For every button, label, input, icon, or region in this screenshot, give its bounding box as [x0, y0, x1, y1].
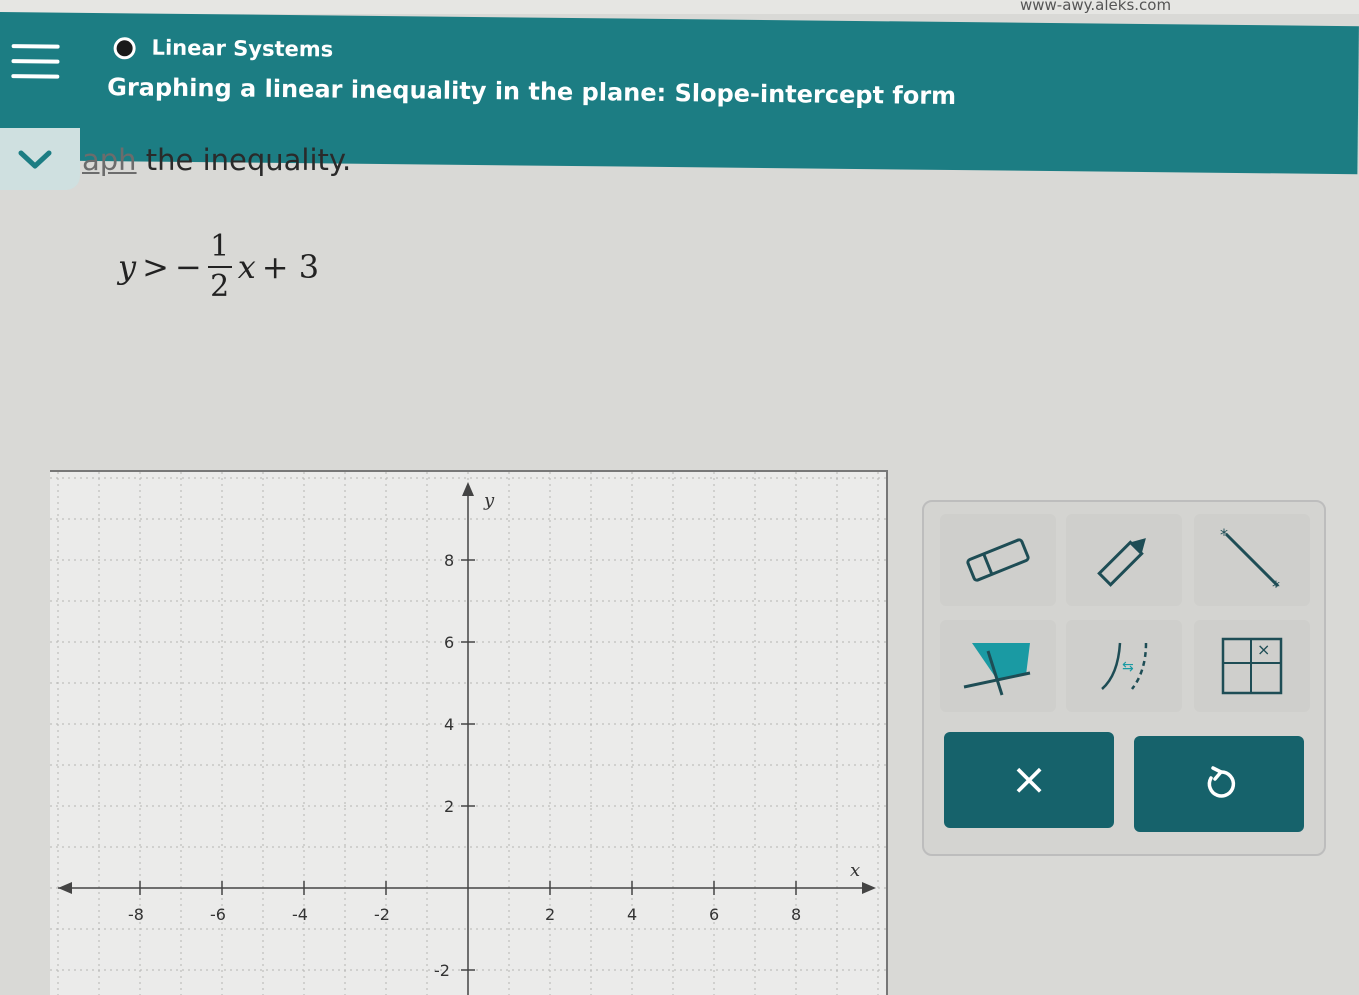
- equation-constant: + 3: [261, 248, 320, 286]
- svg-text:⇆: ⇆: [1122, 659, 1134, 675]
- y-axis-arrow-up: [462, 482, 474, 496]
- inequality-equation: y > − 1 2 x + 3: [118, 222, 319, 312]
- pencil-icon: [1097, 538, 1146, 587]
- x-tick-label: 8: [791, 905, 801, 924]
- line-icon: * *: [1220, 525, 1280, 596]
- equation-sign: −: [174, 248, 202, 286]
- fraction-numerator: 1: [210, 229, 230, 264]
- x-tick-label: 4: [627, 905, 637, 924]
- no-solution-icon: ×: [1221, 637, 1283, 695]
- fill-region-icon: [963, 643, 1031, 696]
- solid-dashed-toggle-icon: ⇆: [1101, 642, 1148, 690]
- hamburger-menu-icon[interactable]: [11, 44, 60, 85]
- x-tick-label: -8: [128, 905, 144, 924]
- svg-text:*: *: [1220, 525, 1228, 544]
- equation-relation: >: [142, 248, 169, 286]
- instruction-prefix: aph: [82, 143, 137, 177]
- x-tick-label: -4: [292, 905, 308, 924]
- fill-region-tool[interactable]: [940, 620, 1056, 712]
- coordinate-plane[interactable]: x y -8 -6 -4 -2 2 4 6 8 8 6 4 2 -2: [50, 472, 886, 995]
- x-axis-arrow-left: [58, 882, 72, 894]
- x-tick-label: 6: [709, 905, 719, 924]
- clear-button[interactable]: ×: [944, 732, 1114, 828]
- y-tick-label: 2: [444, 797, 454, 816]
- pencil-tool[interactable]: [1066, 514, 1182, 606]
- graph-tool-panel: * * ⇆ × ×: [922, 500, 1326, 856]
- chevron-down-icon: [18, 150, 52, 169]
- y-tick-label: 8: [444, 551, 454, 570]
- equation-variable: x: [237, 248, 256, 286]
- svg-text:*: *: [1272, 577, 1280, 596]
- solid-dashed-toggle-tool[interactable]: ⇆: [1066, 620, 1182, 712]
- topic-status-icon: [113, 37, 136, 60]
- undo-button[interactable]: [1134, 736, 1304, 832]
- graph-area[interactable]: x y -8 -6 -4 -2 2 4 6 8 8 6 4 2 -2: [50, 470, 888, 995]
- undo-icon: [1207, 766, 1236, 798]
- y-tick-label: -2: [434, 961, 450, 980]
- equation-fraction: 1 2: [207, 229, 232, 304]
- problem-instruction: aph the inequality.: [82, 143, 351, 177]
- lesson-title: Graphing a linear inequality in the plan…: [107, 73, 957, 111]
- x-tick-label: 2: [545, 905, 555, 924]
- eraser-icon: [966, 538, 1030, 582]
- x-tick-label: -6: [210, 905, 226, 924]
- topic-title: Linear Systems: [151, 35, 334, 62]
- fraction-denominator: 2: [210, 269, 230, 304]
- equation-lhs: y: [118, 248, 137, 286]
- collapse-toggle-button[interactable]: [0, 128, 80, 190]
- url-text: www-awy.aleks.com: [1020, 0, 1172, 14]
- instruction-rest: the inequality.: [136, 143, 352, 177]
- close-icon: ×: [1010, 754, 1048, 805]
- svg-text:×: ×: [1257, 640, 1270, 659]
- y-tick-label: 6: [444, 633, 454, 652]
- x-tick-label: -2: [374, 905, 390, 924]
- y-tick-label: 4: [444, 715, 454, 734]
- y-axis-label: y: [483, 490, 495, 511]
- browser-url-bar[interactable]: www-awy.aleks.com: [0, 0, 1359, 14]
- no-solution-tool[interactable]: ×: [1194, 620, 1310, 712]
- x-axis-arrow-right: [862, 882, 876, 894]
- line-tool[interactable]: * *: [1194, 514, 1310, 606]
- eraser-tool[interactable]: [940, 514, 1056, 606]
- x-axis-label: x: [850, 860, 860, 881]
